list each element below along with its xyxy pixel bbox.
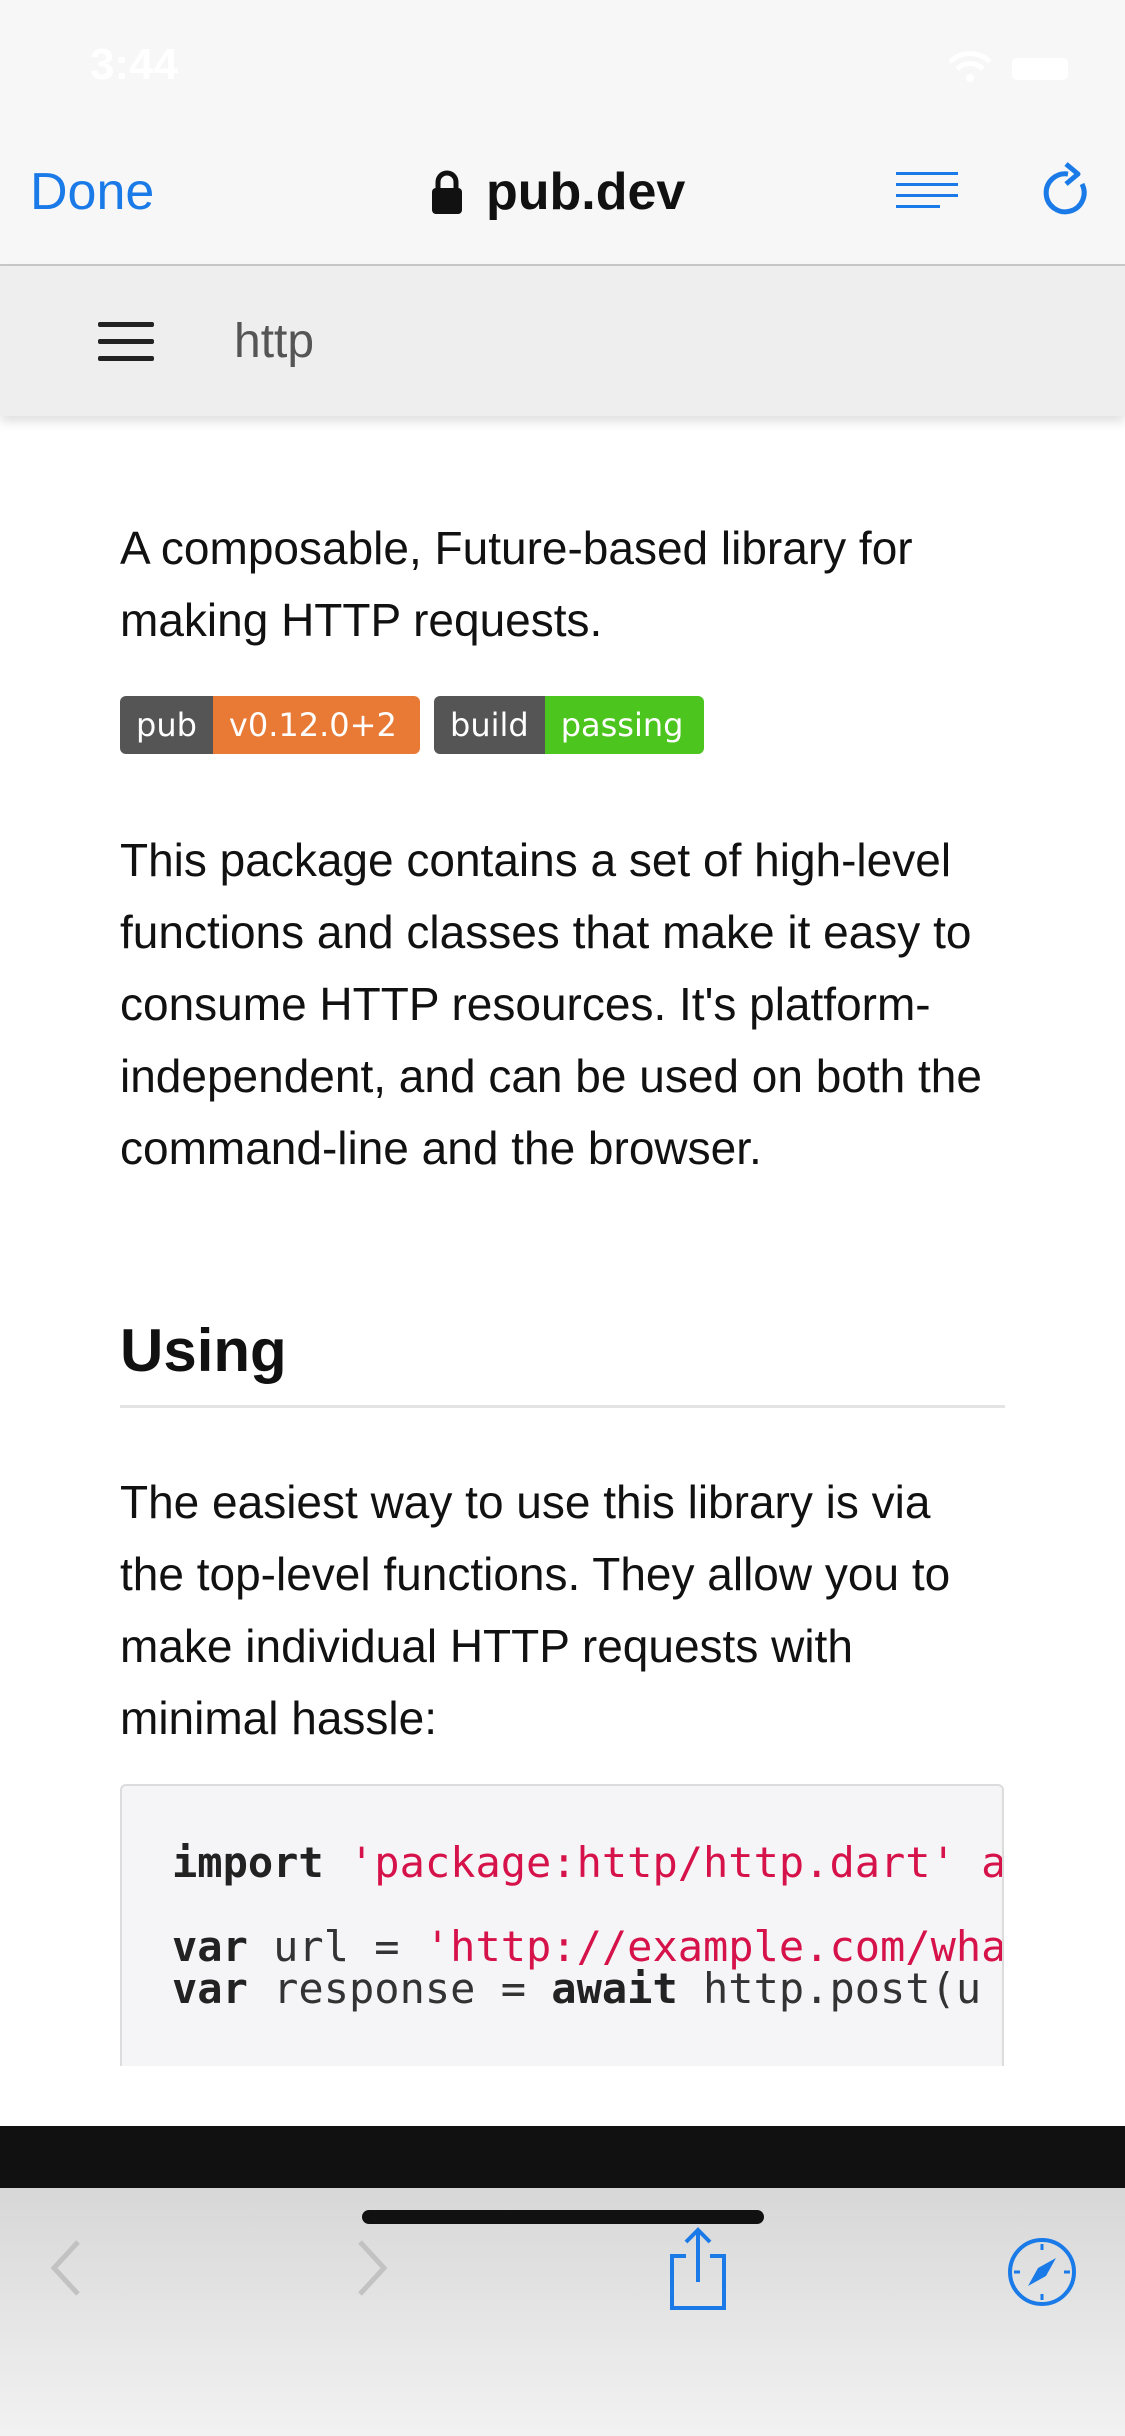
build-status-badge[interactable]: build passing [434, 696, 704, 754]
share-icon[interactable] [666, 2226, 730, 2312]
package-tagline: A composable, Future-based library for m… [120, 522, 913, 646]
done-button[interactable]: Done [30, 160, 154, 224]
lock-icon [432, 170, 462, 214]
using-paragraph: The easiest way to use this library is v… [120, 1476, 951, 1744]
site-header: http [0, 266, 1125, 416]
domain-text: pub.dev [486, 163, 686, 221]
reload-icon[interactable] [1038, 160, 1094, 222]
badge-value: v0.12.0+2 [212, 696, 420, 754]
reader-view-icon[interactable] [896, 170, 958, 214]
home-indicator [362, 2210, 764, 2224]
battery-icon [1012, 58, 1068, 80]
wifi-icon [948, 51, 992, 82]
forward-icon[interactable] [352, 2238, 392, 2298]
site-title: http [234, 315, 315, 368]
bottom-toolbar [0, 2188, 1125, 2436]
divider-band [0, 2126, 1125, 2188]
badge-value: passing [544, 696, 704, 754]
package-description: This package contains a set of high-leve… [120, 834, 982, 1174]
pub-version-badge[interactable]: pub v0.12.0+2 [120, 696, 420, 754]
address-bar[interactable]: pub.dev [430, 158, 685, 226]
code-block[interactable]: import 'package:http/http.dart' a var ur… [120, 1784, 1004, 2066]
browser-toolbar: Done pub.dev [0, 140, 1125, 266]
back-icon[interactable] [46, 2238, 86, 2298]
badge-key: pub [120, 696, 213, 754]
compass-icon[interactable] [1006, 2236, 1078, 2308]
status-time: 3:44 [90, 40, 179, 89]
code-line: import 'package:http/http.dart' a [172, 1838, 1004, 1887]
badge-key: build [434, 696, 545, 754]
status-bar: 3:44 [0, 0, 1125, 140]
section-heading-using: Using [120, 1316, 1005, 1408]
hamburger-icon[interactable] [98, 322, 154, 361]
page-content: A composable, Future-based library for m… [120, 416, 1005, 2066]
code-line: var response = await http.post(u [172, 1964, 982, 2013]
